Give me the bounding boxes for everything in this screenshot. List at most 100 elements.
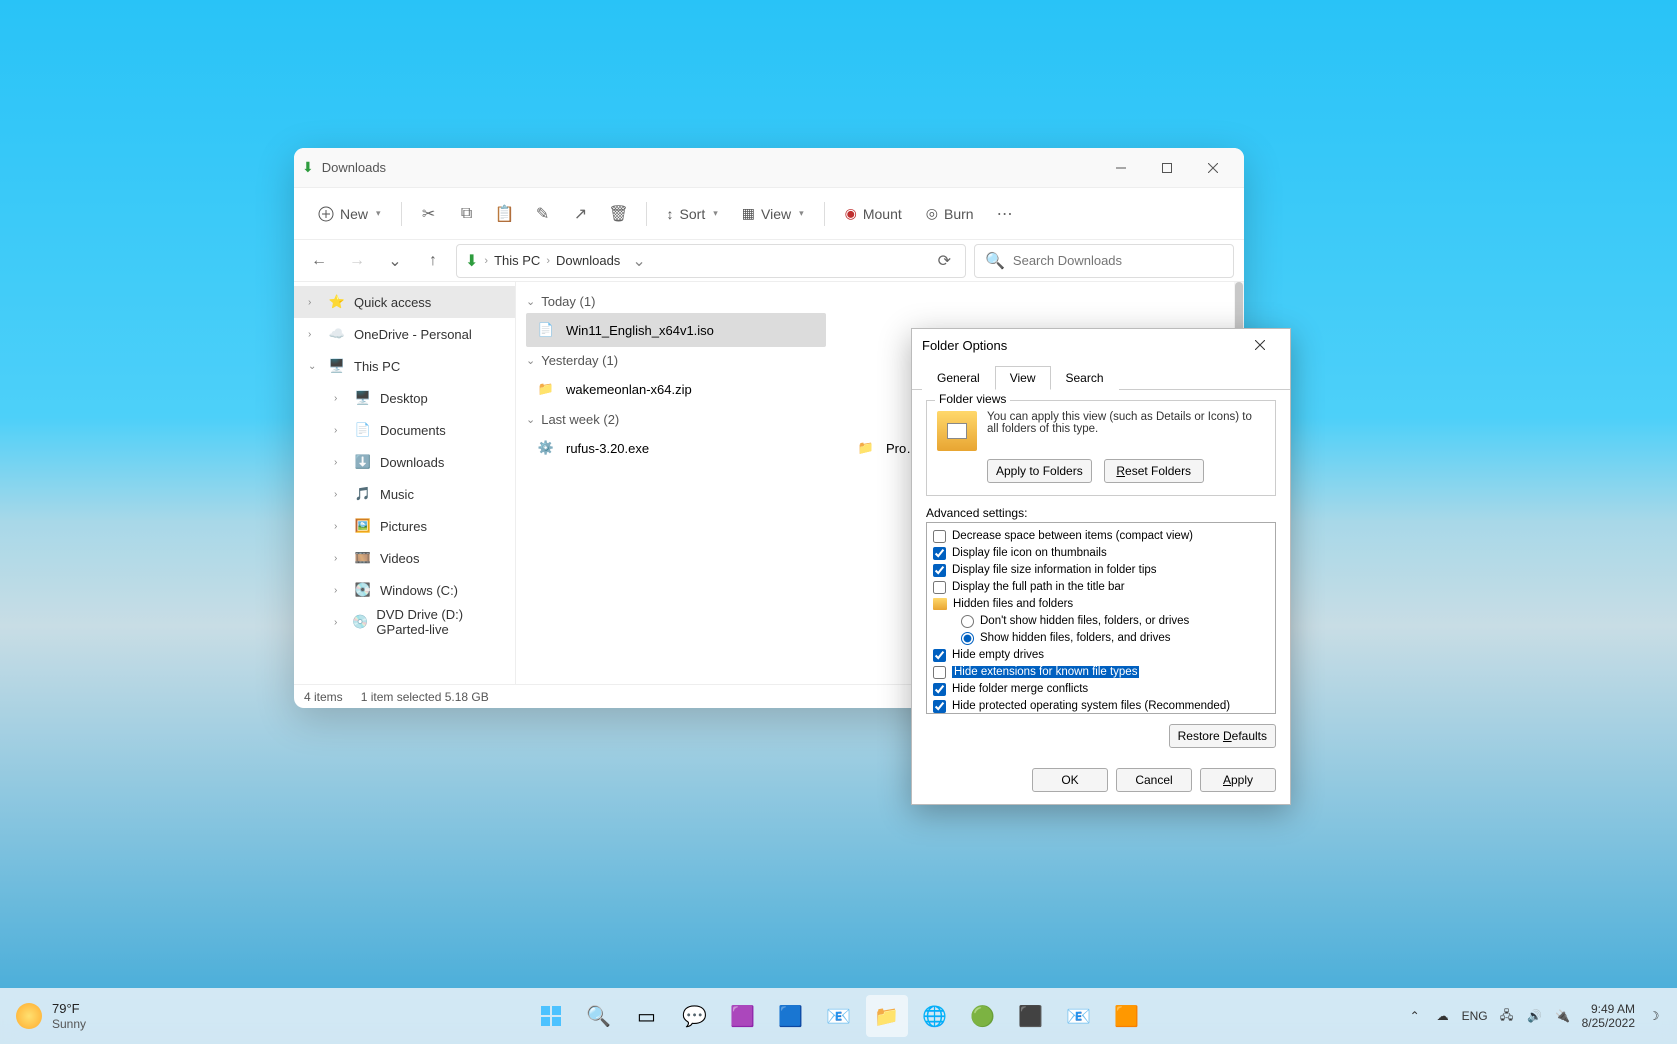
breadcrumb-downloads[interactable]: Downloads bbox=[556, 253, 620, 268]
expand-icon[interactable]: › bbox=[334, 553, 346, 564]
expand-icon[interactable]: › bbox=[308, 329, 320, 340]
check-input[interactable] bbox=[933, 581, 946, 594]
sidebar-item[interactable]: ›☁️OneDrive - Personal bbox=[294, 318, 515, 350]
taskbar-app-2[interactable]: 🟦 bbox=[770, 995, 812, 1037]
outlook-button[interactable]: 📧 bbox=[1058, 995, 1100, 1037]
check-input[interactable] bbox=[933, 649, 946, 662]
address-bar[interactable]: ⬇ › This PC › Downloads ⌄ ⟳ bbox=[456, 244, 966, 278]
taskbar-app-3[interactable]: 📧 bbox=[818, 995, 860, 1037]
notification-icon[interactable]: ☽ bbox=[1645, 1009, 1663, 1023]
advanced-setting-item[interactable]: Display file icon on thumbnails bbox=[933, 545, 1269, 561]
advanced-setting-item[interactable]: Don't show hidden files, folders, or dri… bbox=[933, 613, 1269, 629]
tray-chevron-icon[interactable]: ⌃ bbox=[1406, 1009, 1424, 1023]
cut-button[interactable]: ✂ bbox=[412, 197, 446, 231]
expand-icon[interactable]: › bbox=[334, 489, 346, 500]
search-button[interactable]: 🔍 bbox=[578, 995, 620, 1037]
mount-button[interactable]: ◉Mount bbox=[835, 197, 912, 231]
forward-button[interactable]: → bbox=[342, 246, 372, 276]
sidebar-item[interactable]: ›💽Windows (C:) bbox=[294, 574, 515, 606]
advanced-setting-item[interactable]: Display file size information in folder … bbox=[933, 562, 1269, 578]
restore-defaults-button[interactable]: Restore Defaults bbox=[1169, 724, 1276, 748]
volume-icon[interactable]: 🔊 bbox=[1526, 1009, 1544, 1023]
clock[interactable]: 9:49 AM 8/25/2022 bbox=[1582, 1002, 1635, 1031]
title-bar[interactable]: ⬇ Downloads bbox=[294, 148, 1244, 188]
maximize-button[interactable] bbox=[1144, 152, 1190, 184]
tab-view[interactable]: View bbox=[995, 366, 1051, 390]
tab-search[interactable]: Search bbox=[1051, 366, 1119, 390]
share-button[interactable]: ↗ bbox=[564, 197, 598, 231]
file-item[interactable]: 📄Win11_English_x64v1.iso bbox=[526, 313, 826, 347]
sidebar-item[interactable]: ›⬇️Downloads bbox=[294, 446, 515, 478]
sidebar-item[interactable]: ›🎞️Videos bbox=[294, 542, 515, 574]
advanced-setting-item[interactable]: Hide folder merge conflicts bbox=[933, 681, 1269, 697]
search-input[interactable] bbox=[1013, 253, 1223, 268]
check-input[interactable] bbox=[933, 530, 946, 543]
sidebar-item[interactable]: ›⭐Quick access bbox=[294, 286, 515, 318]
close-button[interactable] bbox=[1190, 152, 1236, 184]
new-button[interactable]: New▾ bbox=[308, 197, 391, 231]
expand-icon[interactable]: › bbox=[308, 297, 320, 308]
sort-button[interactable]: ↕Sort▾ bbox=[657, 197, 728, 231]
search-box[interactable]: 🔍 bbox=[974, 244, 1234, 278]
paste-button[interactable]: 📋 bbox=[488, 197, 522, 231]
taskbar-app-1[interactable]: 🟪 bbox=[722, 995, 764, 1037]
expand-icon[interactable]: › bbox=[334, 425, 346, 436]
start-button[interactable] bbox=[530, 995, 572, 1037]
expand-icon[interactable]: › bbox=[334, 521, 346, 532]
cancel-button[interactable]: Cancel bbox=[1116, 768, 1192, 792]
refresh-button[interactable]: ⟳ bbox=[932, 251, 957, 271]
edge-button[interactable]: 🌐 bbox=[914, 995, 956, 1037]
sidebar-item[interactable]: ›🖥️Desktop bbox=[294, 382, 515, 414]
sidebar-item[interactable]: ›🖼️Pictures bbox=[294, 510, 515, 542]
advanced-setting-item[interactable]: Hide empty drives bbox=[933, 647, 1269, 663]
chat-button[interactable]: 💬 bbox=[674, 995, 716, 1037]
weather-widget[interactable]: 79°F Sunny bbox=[0, 1001, 102, 1031]
file-explorer-taskbar[interactable]: 📁 bbox=[866, 995, 908, 1037]
sidebar-item[interactable]: ›💿DVD Drive (D:) GParted-live bbox=[294, 606, 515, 638]
rename-button[interactable]: ✎ bbox=[526, 197, 560, 231]
back-button[interactable]: ← bbox=[304, 246, 334, 276]
network-icon[interactable]: 🖧 bbox=[1498, 1006, 1516, 1027]
expand-icon[interactable]: › bbox=[334, 617, 344, 628]
sidebar-item[interactable]: ›🎵Music bbox=[294, 478, 515, 510]
copy-button[interactable]: ⧉ bbox=[450, 197, 484, 231]
advanced-setting-item[interactable]: Show hidden files, folders, and drives bbox=[933, 630, 1269, 646]
view-button[interactable]: ▦View▾ bbox=[732, 197, 814, 231]
file-item[interactable]: 📁wakemeonlan-x64.zip bbox=[526, 372, 826, 406]
check-input[interactable] bbox=[933, 564, 946, 577]
advanced-setting-item[interactable]: Hidden files and folders bbox=[933, 596, 1269, 612]
onedrive-tray-icon[interactable]: ☁ bbox=[1434, 1009, 1452, 1023]
expand-icon[interactable]: › bbox=[334, 393, 346, 404]
check-input[interactable] bbox=[933, 700, 946, 713]
advanced-setting-item[interactable]: Decrease space between items (compact vi… bbox=[933, 528, 1269, 544]
radio-input[interactable] bbox=[961, 615, 974, 628]
sidebar-item[interactable]: ›📄Documents bbox=[294, 414, 515, 446]
recent-button[interactable]: ⌄ bbox=[380, 246, 410, 276]
sidebar[interactable]: ›⭐Quick access›☁️OneDrive - Personal⌄🖥️T… bbox=[294, 282, 516, 684]
language-indicator[interactable]: ENG bbox=[1462, 1009, 1488, 1023]
expand-icon[interactable]: › bbox=[334, 457, 346, 468]
battery-icon[interactable]: 🔌 bbox=[1554, 1009, 1572, 1023]
check-input[interactable] bbox=[933, 547, 946, 560]
apply-button[interactable]: Apply bbox=[1200, 768, 1276, 792]
up-button[interactable]: ↑ bbox=[418, 246, 448, 276]
check-input[interactable] bbox=[933, 666, 946, 679]
breadcrumb-thispc[interactable]: This PC bbox=[494, 253, 540, 268]
dialog-close-button[interactable] bbox=[1240, 331, 1280, 359]
terminal-button[interactable]: ⬛ bbox=[1010, 995, 1052, 1037]
expand-icon[interactable]: › bbox=[334, 585, 346, 596]
minimize-button[interactable] bbox=[1098, 152, 1144, 184]
radio-input[interactable] bbox=[961, 632, 974, 645]
dialog-title-bar[interactable]: Folder Options bbox=[912, 329, 1290, 361]
file-item[interactable]: ⚙️rufus-3.20.exe bbox=[526, 431, 826, 465]
check-input[interactable] bbox=[933, 683, 946, 696]
advanced-settings-list[interactable]: Decrease space between items (compact vi… bbox=[926, 522, 1276, 714]
scrollbar-thumb[interactable] bbox=[1235, 282, 1243, 332]
sidebar-item[interactable]: ⌄🖥️This PC bbox=[294, 350, 515, 382]
taskbar-app-4[interactable]: 🟢 bbox=[962, 995, 1004, 1037]
advanced-setting-item[interactable]: Display the full path in the title bar bbox=[933, 579, 1269, 595]
apply-to-folders-button[interactable]: Apply to Folders bbox=[987, 459, 1092, 483]
tab-general[interactable]: General bbox=[922, 366, 995, 390]
expand-icon[interactable]: ⌄ bbox=[308, 361, 320, 372]
delete-button[interactable]: 🗑 bbox=[602, 197, 636, 231]
